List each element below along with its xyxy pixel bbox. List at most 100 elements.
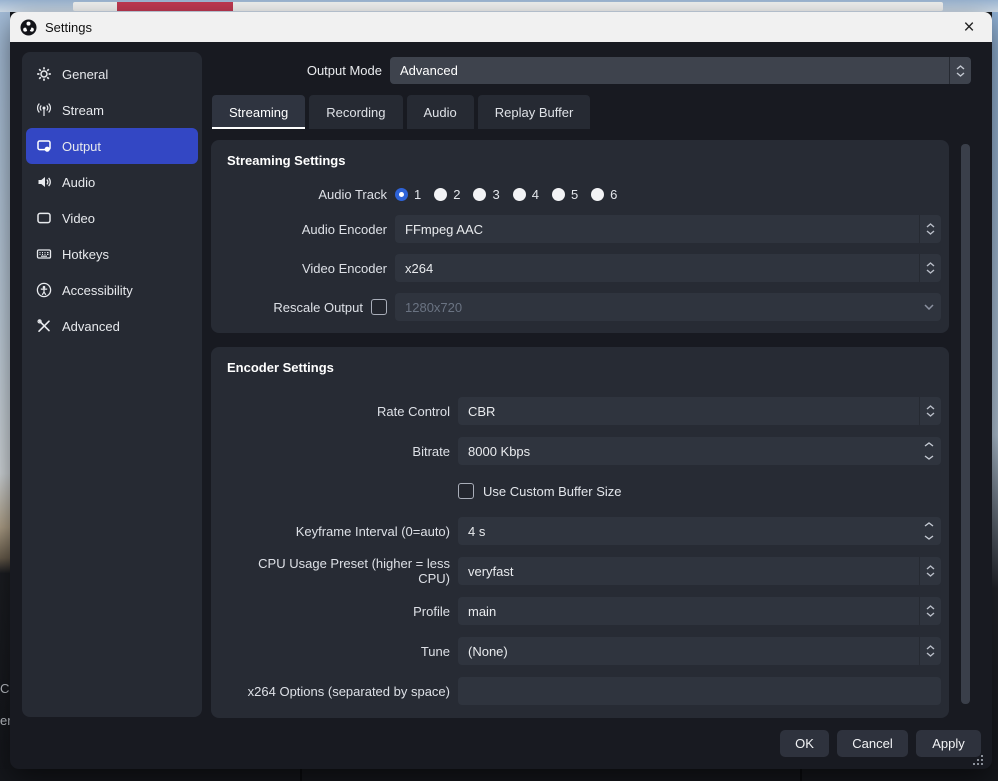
crossed-tools-icon — [36, 318, 52, 334]
tab-audio[interactable]: Audio — [407, 95, 474, 129]
audio-track-option-1[interactable]: 1 — [395, 187, 421, 202]
audio-track-option-2[interactable]: 2 — [434, 187, 460, 202]
profile-label: Profile — [227, 604, 450, 619]
streaming-settings-card: Streaming Settings Audio Track 1 2 3 4 5… — [211, 140, 949, 333]
keyframe-interval-spinbox[interactable]: 4 s — [458, 517, 941, 545]
profile-combobox[interactable]: main — [458, 597, 941, 625]
tab-streaming[interactable]: Streaming — [212, 95, 305, 129]
audio-track-option-3[interactable]: 3 — [473, 187, 499, 202]
profile-value: main — [458, 604, 919, 619]
bitrate-value: 8000 Kbps — [458, 444, 917, 459]
radio-label: 2 — [453, 187, 460, 202]
rescale-output-checkbox[interactable] — [371, 299, 387, 315]
audio-track-radio-group: 1 2 3 4 5 6 — [395, 187, 617, 202]
use-custom-buffer-label: Use Custom Buffer Size — [483, 484, 621, 499]
resize-grip-icon[interactable] — [973, 755, 984, 766]
sidebar-item-general[interactable]: General — [26, 56, 198, 92]
output-mode-label: Output Mode — [210, 57, 382, 84]
rate-control-row: Rate Control CBR — [227, 397, 941, 425]
sidebar-item-hotkeys[interactable]: Hotkeys — [26, 236, 198, 272]
sidebar-item-audio[interactable]: Audio — [26, 164, 198, 200]
sidebar-item-stream[interactable]: Stream — [26, 92, 198, 128]
settings-sidebar: General Stream Output Audio — [22, 52, 202, 717]
spinner-arrows-icon[interactable] — [919, 597, 941, 625]
desktop-wallpaper-left — [0, 12, 10, 781]
keyframe-interval-row: Keyframe Interval (0=auto) 4 s — [227, 517, 941, 545]
close-icon[interactable]: × — [956, 15, 982, 39]
cpu-preset-row: CPU Usage Preset (higher = less CPU) ver… — [227, 557, 941, 585]
x264-options-input[interactable] — [458, 677, 941, 705]
sidebar-item-accessibility[interactable]: Accessibility — [26, 272, 198, 308]
cancel-button[interactable]: Cancel — [837, 730, 908, 757]
radio-label: 5 — [571, 187, 578, 202]
video-encoder-combobox[interactable]: x264 — [395, 254, 941, 282]
audio-encoder-combobox[interactable]: FFmpeg AAC — [395, 215, 941, 243]
spinner-arrows-icon[interactable] — [919, 215, 941, 243]
sidebar-item-label: Advanced — [62, 319, 120, 334]
tune-combobox[interactable]: (None) — [458, 637, 941, 665]
background-dock-divider — [300, 769, 302, 781]
gear-icon — [36, 66, 52, 82]
rescale-output-label: Rescale Output — [227, 300, 363, 315]
desktop-wallpaper-top — [0, 0, 998, 12]
spinner-arrows-icon[interactable] — [919, 557, 941, 585]
apply-button[interactable]: Apply — [916, 730, 981, 757]
rescale-resolution-combobox[interactable]: 1280x720 — [395, 293, 941, 321]
radio-icon[interactable] — [473, 188, 486, 201]
ok-button[interactable]: OK — [780, 730, 829, 757]
audio-track-option-4[interactable]: 4 — [513, 187, 539, 202]
x264-options-row: x264 Options (separated by space) — [227, 677, 941, 705]
spinbox-arrows-icon[interactable] — [917, 437, 941, 465]
titlebar[interactable]: Settings × — [10, 12, 992, 42]
radio-icon[interactable] — [434, 188, 447, 201]
custom-buffer-row: Use Custom Buffer Size — [227, 477, 941, 505]
video-encoder-value: x264 — [395, 261, 919, 276]
spinner-arrows-icon[interactable] — [949, 57, 971, 84]
broadcast-icon — [36, 102, 52, 118]
spinner-arrows-icon[interactable] — [919, 254, 941, 282]
section-title: Streaming Settings — [227, 140, 941, 168]
sidebar-item-output[interactable]: Output — [26, 128, 198, 164]
sidebar-item-advanced[interactable]: Advanced — [26, 308, 198, 344]
sidebar-item-label: Output — [62, 139, 101, 154]
encoder-settings-card: Encoder Settings Rate Control CBR Bitrat… — [211, 347, 949, 718]
audio-track-option-6[interactable]: 6 — [591, 187, 617, 202]
cpu-preset-value: veryfast — [458, 564, 919, 579]
background-window-bar — [73, 2, 943, 11]
speaker-icon — [36, 174, 52, 190]
vertical-scrollbar[interactable] — [961, 144, 970, 704]
audio-track-option-5[interactable]: 5 — [552, 187, 578, 202]
rescale-output-row: Rescale Output 1280x720 — [227, 293, 941, 321]
sidebar-item-video[interactable]: Video — [26, 200, 198, 236]
tune-label: Tune — [227, 644, 450, 659]
video-encoder-row: Video Encoder x264 — [227, 254, 941, 282]
rate-control-combobox[interactable]: CBR — [458, 397, 941, 425]
radio-icon[interactable] — [552, 188, 565, 201]
sidebar-item-label: Audio — [62, 175, 95, 190]
spinbox-arrows-icon[interactable] — [917, 517, 941, 545]
tab-recording[interactable]: Recording — [309, 95, 402, 129]
spinner-arrows-icon[interactable] — [919, 397, 941, 425]
audio-track-row: Audio Track 1 2 3 4 5 6 — [227, 180, 941, 208]
radio-label: 4 — [532, 187, 539, 202]
person-circle-icon — [36, 282, 52, 298]
desktop-wallpaper-right — [992, 12, 998, 781]
monitor-icon — [36, 210, 52, 226]
bitrate-spinbox[interactable]: 8000 Kbps — [458, 437, 941, 465]
use-custom-buffer-checkbox[interactable] — [458, 483, 474, 499]
audio-encoder-row: Audio Encoder FFmpeg AAC — [227, 215, 941, 243]
obs-logo-icon — [20, 19, 37, 36]
audio-encoder-label: Audio Encoder — [227, 222, 387, 237]
radio-icon[interactable] — [513, 188, 526, 201]
radio-icon[interactable] — [591, 188, 604, 201]
sidebar-item-label: Accessibility — [62, 283, 133, 298]
audio-encoder-value: FFmpeg AAC — [395, 222, 919, 237]
output-mode-combobox[interactable]: Advanced — [390, 57, 971, 84]
radio-checked-icon[interactable] — [395, 188, 408, 201]
x264-options-label: x264 Options (separated by space) — [227, 684, 450, 699]
cpu-preset-label: CPU Usage Preset (higher = less CPU) — [227, 556, 450, 586]
cpu-preset-combobox[interactable]: veryfast — [458, 557, 941, 585]
bitrate-label: Bitrate — [227, 444, 450, 459]
spinner-arrows-icon[interactable] — [919, 637, 941, 665]
tab-replay-buffer[interactable]: Replay Buffer — [478, 95, 591, 129]
